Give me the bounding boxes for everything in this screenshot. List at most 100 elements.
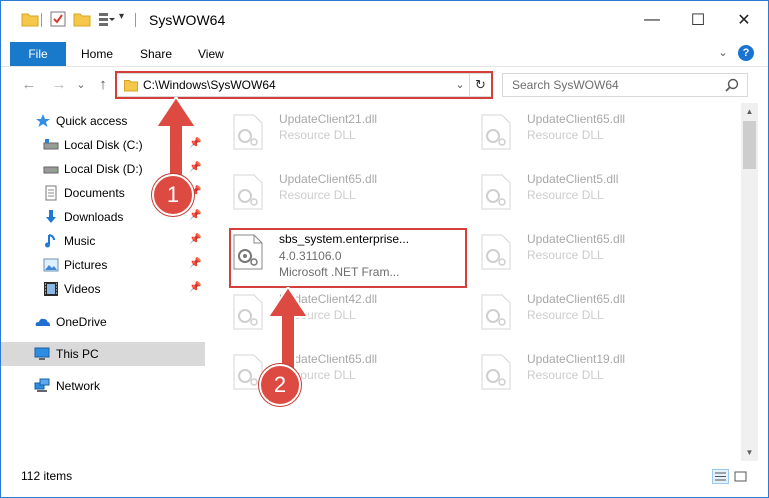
search-placeholder: Search SysWOW64	[512, 78, 619, 92]
arrow-up-icon	[266, 287, 310, 377]
tab-file[interactable]: File	[10, 42, 66, 66]
file-item[interactable]: UpdateClient65.dll Resource DLL	[461, 283, 701, 341]
file-highlight-box	[229, 228, 467, 288]
sidebar-item-videos[interactable]: Videos 📌	[1, 277, 205, 301]
sidebar-item-label: Local Disk (D:)	[64, 162, 143, 176]
scroll-down-icon[interactable]: ▼	[741, 444, 758, 461]
details-view-button[interactable]	[712, 469, 729, 484]
file-type: Resource DLL	[527, 308, 604, 322]
ribbon-tabs: File Home Share View ⌄ ?	[1, 39, 768, 67]
dll-file-icon	[233, 294, 263, 330]
dll-file-icon	[481, 294, 511, 330]
file-item[interactable]: UpdateClient5.dll Resource DLL	[461, 163, 701, 221]
file-item[interactable]: UpdateClient65.dll Resource DLL	[461, 223, 701, 281]
dll-file-icon	[481, 234, 511, 270]
pin-icon: 📌	[189, 234, 202, 245]
customize-toolbar-icon[interactable]	[97, 10, 115, 28]
file-name: UpdateClient21.dll	[279, 112, 378, 126]
documents-icon	[45, 185, 57, 201]
sidebar-item-pictures[interactable]: Pictures 📌	[1, 253, 205, 277]
file-name: UpdateClient65.dll	[527, 292, 626, 306]
network-icon	[34, 378, 50, 392]
file-name: UpdateClient65.dll	[527, 232, 626, 246]
tab-share[interactable]: Share	[140, 42, 172, 66]
forward-button[interactable]: →	[49, 75, 69, 95]
dll-file-icon	[481, 114, 511, 150]
file-name: UpdateClient65.dll	[527, 112, 626, 126]
divider	[135, 13, 136, 27]
file-item[interactable]: UpdateClient65.dll Resource DLL	[461, 103, 701, 161]
file-name: UpdateClient65.dll	[279, 172, 378, 186]
dll-file-icon	[481, 354, 511, 390]
pin-icon: 📌	[189, 210, 202, 221]
file-item[interactable]: UpdateClient65.dll Resource DLL	[213, 163, 453, 221]
videos-icon	[44, 282, 58, 296]
scroll-up-icon[interactable]: ▲	[741, 103, 758, 120]
file-name: UpdateClient19.dll	[527, 352, 626, 366]
window-title: SysWOW64	[149, 12, 226, 28]
file-type: Resource DLL	[527, 128, 604, 142]
vertical-scrollbar[interactable]: ▲ ▼	[741, 103, 758, 461]
sidebar-item-label: Local Disk (C:)	[64, 138, 143, 152]
item-count: 112 items	[21, 469, 73, 483]
address-highlight-box	[115, 71, 493, 99]
title-bar: ▾ SysWOW64 — ☐ ✕	[1, 1, 768, 39]
dll-file-icon	[233, 174, 263, 210]
sidebar-item-label: OneDrive	[56, 315, 107, 329]
help-icon[interactable]: ?	[738, 45, 754, 61]
large-icons-view-button[interactable]	[732, 469, 749, 484]
details-view-icon	[715, 472, 726, 481]
star-icon	[36, 114, 50, 127]
maximize-button[interactable]: ☐	[675, 1, 721, 39]
sidebar-item-music[interactable]: Music 📌	[1, 229, 205, 253]
sidebar-item-label: Documents	[64, 186, 125, 200]
search-icon[interactable]	[724, 77, 740, 93]
file-type: Resource DLL	[279, 128, 356, 142]
file-item[interactable]: UpdateClient42.dll Resource DLL	[213, 283, 453, 341]
downloads-icon	[46, 210, 56, 223]
recent-locations-button[interactable]: ⌄	[71, 75, 91, 95]
sidebar-item-label: Pictures	[64, 258, 108, 272]
file-item[interactable]: UpdateClient21.dll Resource DLL	[213, 103, 453, 161]
properties-icon[interactable]	[49, 10, 67, 28]
dll-file-icon	[481, 174, 511, 210]
sidebar-item-onedrive[interactable]: OneDrive	[1, 310, 205, 334]
sidebar-item-label: Network	[56, 379, 101, 393]
file-item[interactable]: UpdateClient65.dll Resource DLL	[213, 343, 453, 401]
music-icon	[45, 234, 55, 248]
folder-icon	[21, 13, 39, 27]
new-folder-icon[interactable]	[73, 10, 91, 28]
up-button[interactable]: ↑	[93, 75, 113, 95]
expand-ribbon-icon[interactable]: ⌄	[715, 45, 731, 61]
tab-home[interactable]: Home	[81, 42, 113, 66]
file-type: Resource DLL	[527, 188, 604, 202]
sidebar-item-label: Music	[64, 234, 96, 248]
sidebar-item-label: Downloads	[64, 210, 124, 224]
pictures-icon	[43, 258, 59, 272]
file-type: Resource DLL	[279, 188, 356, 202]
sidebar-item-network[interactable]: Network	[1, 374, 205, 398]
search-input[interactable]: Search SysWOW64	[502, 73, 748, 97]
file-type: Resource DLL	[527, 368, 604, 382]
step-marker-2: 2	[259, 364, 301, 406]
computer-icon	[34, 347, 50, 360]
close-button[interactable]: ✕	[721, 1, 767, 39]
sidebar-item-label: This PC	[56, 347, 99, 361]
pin-icon: 📌	[189, 282, 202, 293]
divider	[41, 13, 42, 27]
pin-icon: 📌	[189, 258, 202, 269]
file-name: UpdateClient5.dll	[527, 172, 619, 186]
scrollbar-thumb[interactable]	[743, 121, 756, 169]
drive-icon	[43, 139, 59, 150]
dll-file-icon	[233, 114, 263, 150]
minimize-button[interactable]: —	[629, 1, 675, 39]
file-item[interactable]: UpdateClient19.dll Resource DLL	[461, 343, 701, 401]
quick-access-dropdown-icon[interactable]: ▾	[119, 11, 124, 22]
sidebar-item-this-pc[interactable]: This PC	[1, 342, 205, 366]
tab-view[interactable]: View	[198, 42, 224, 66]
back-button[interactable]: ←	[19, 75, 39, 95]
onedrive-icon	[35, 318, 50, 326]
status-bar: 112 items	[1, 461, 768, 497]
sidebar-item-label: Quick access	[56, 114, 128, 128]
large-icons-view-icon	[734, 471, 747, 482]
